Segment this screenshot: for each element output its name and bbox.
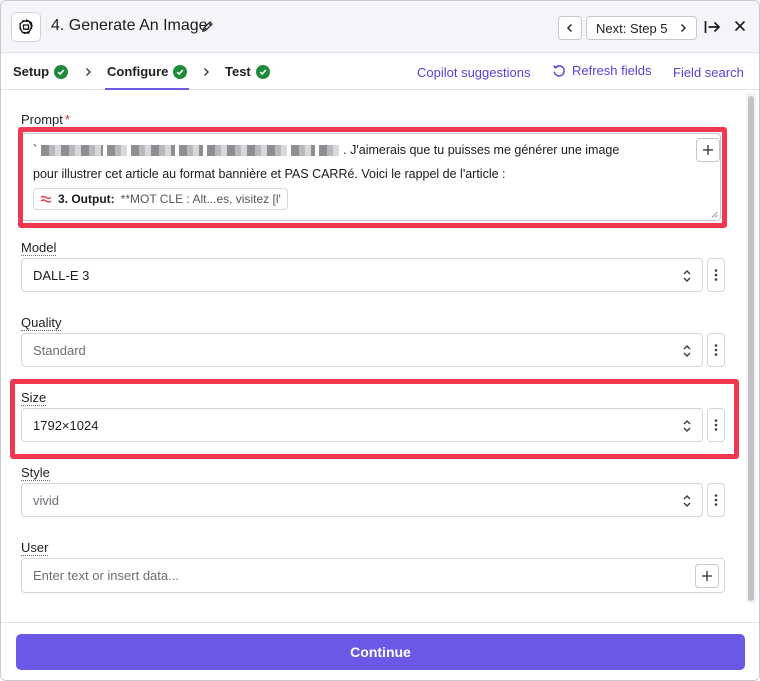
next-step-label: Next: Step 5 xyxy=(596,20,668,36)
required-mark: * xyxy=(64,112,70,127)
pill-title: 3. Output: xyxy=(58,192,115,206)
model-label-text: Model xyxy=(21,240,57,256)
panel-footer: Continue xyxy=(1,622,759,680)
resize-grip-icon[interactable] xyxy=(711,211,718,218)
style-value: vivid xyxy=(33,492,60,508)
quality-label: Quality xyxy=(21,315,62,331)
style-select[interactable]: vivid xyxy=(21,483,703,517)
redacted-text xyxy=(319,144,340,156)
style-more-button[interactable] xyxy=(707,483,725,517)
pencil-icon[interactable] xyxy=(201,20,214,36)
openai-logo-icon xyxy=(11,12,41,42)
field-search-link[interactable]: Field search xyxy=(673,65,744,80)
redacted-text xyxy=(179,144,204,156)
step-tabs: Setup Configure Test Copilot suggestions… xyxy=(1,53,759,90)
quality-label-text: Quality xyxy=(21,315,62,331)
user-label-text: User xyxy=(21,540,49,556)
size-value: 1792×1024 xyxy=(33,417,99,433)
size-more-button[interactable] xyxy=(707,408,725,442)
approx-icon xyxy=(40,195,52,203)
close-icon[interactable] xyxy=(734,20,746,35)
redacted-text xyxy=(207,144,288,156)
step-title: 4. Generate An Image xyxy=(51,17,208,34)
updown-chevron-icon xyxy=(683,495,691,507)
pill-value: **MOT CLE : Alt...es, visitez [l' xyxy=(120,192,281,206)
style-label: Style xyxy=(21,465,50,481)
user-label: User xyxy=(21,540,49,556)
plus-icon xyxy=(702,571,712,581)
check-circle-icon xyxy=(173,64,188,79)
prompt-line-1-text: . J'aimerais que tu puisses me générer u… xyxy=(343,143,620,157)
continue-button[interactable]: Continue xyxy=(16,634,745,670)
next-step-button[interactable]: Next: Step 5 xyxy=(586,16,697,40)
redacted-text xyxy=(41,144,104,156)
chevron-right-icon xyxy=(204,68,209,76)
redacted-text xyxy=(107,144,128,156)
prompt-leading-char: ` xyxy=(33,143,38,157)
chevron-right-icon xyxy=(86,68,91,76)
user-input[interactable]: Enter text or insert data... xyxy=(21,558,725,593)
check-circle-icon xyxy=(255,64,270,79)
more-vertical-icon xyxy=(714,419,718,431)
tab-configure[interactable]: Configure xyxy=(107,64,188,79)
more-vertical-icon xyxy=(714,269,718,281)
quality-select[interactable]: Standard xyxy=(21,333,703,367)
refresh-fields-link[interactable]: Refresh fields xyxy=(552,63,651,78)
prompt-line-2-text: pour illustrer cet article au format ban… xyxy=(33,167,506,181)
check-circle-icon xyxy=(54,64,69,79)
prompt-label: Prompt * xyxy=(21,112,70,127)
quality-value: Standard xyxy=(33,342,86,358)
tab-configure-label: Configure xyxy=(107,64,169,79)
panel-header: 4. Generate An Image Next: Step 5 xyxy=(1,1,759,53)
tab-test-label: Test xyxy=(225,64,251,79)
chevron-right-icon xyxy=(680,23,687,33)
model-select[interactable]: DALL-E 3 xyxy=(21,258,703,292)
tab-setup[interactable]: Setup xyxy=(13,64,69,79)
step-editor-panel: 4. Generate An Image Next: Step 5 Setup … xyxy=(0,0,760,681)
redacted-text xyxy=(131,144,176,156)
prompt-field[interactable]: ` . J'aimerais que tu puisses me générer… xyxy=(21,133,721,221)
quality-more-button[interactable] xyxy=(707,333,725,367)
more-vertical-icon xyxy=(714,494,718,506)
more-vertical-icon xyxy=(714,344,718,356)
user-insert-data-button[interactable] xyxy=(695,564,719,588)
size-label: Size xyxy=(21,390,47,406)
copilot-suggestions-link[interactable]: Copilot suggestions xyxy=(417,65,530,80)
previous-step-button[interactable] xyxy=(558,16,582,40)
plus-icon xyxy=(703,145,713,155)
size-label-text: Size xyxy=(21,390,47,406)
tab-test[interactable]: Test xyxy=(225,64,270,79)
collapse-panel-icon[interactable] xyxy=(704,19,721,38)
model-more-button[interactable] xyxy=(707,258,725,292)
model-value: DALL-E 3 xyxy=(33,267,90,283)
insert-data-button[interactable] xyxy=(696,138,720,162)
style-label-text: Style xyxy=(21,465,50,481)
chevron-left-icon xyxy=(566,23,573,33)
redacted-text xyxy=(291,144,316,156)
prompt-line-1: ` . J'aimerais que tu puisses me générer… xyxy=(33,143,619,157)
prompt-label-text: Prompt xyxy=(21,112,63,127)
data-pill-step-3-output[interactable]: 3. Output: **MOT CLE : Alt...es, visitez… xyxy=(33,188,288,210)
size-select[interactable]: 1792×1024 xyxy=(21,408,703,442)
updown-chevron-icon xyxy=(683,345,691,357)
tab-setup-label: Setup xyxy=(13,64,50,79)
user-placeholder: Enter text or insert data... xyxy=(33,568,179,583)
active-tab-indicator xyxy=(105,88,189,90)
scrollbar-thumb[interactable] xyxy=(748,96,754,601)
updown-chevron-icon xyxy=(683,270,691,282)
model-label: Model xyxy=(21,240,57,256)
updown-chevron-icon xyxy=(683,420,691,432)
refresh-fields-label: Refresh fields xyxy=(572,63,652,78)
refresh-icon xyxy=(553,64,565,77)
